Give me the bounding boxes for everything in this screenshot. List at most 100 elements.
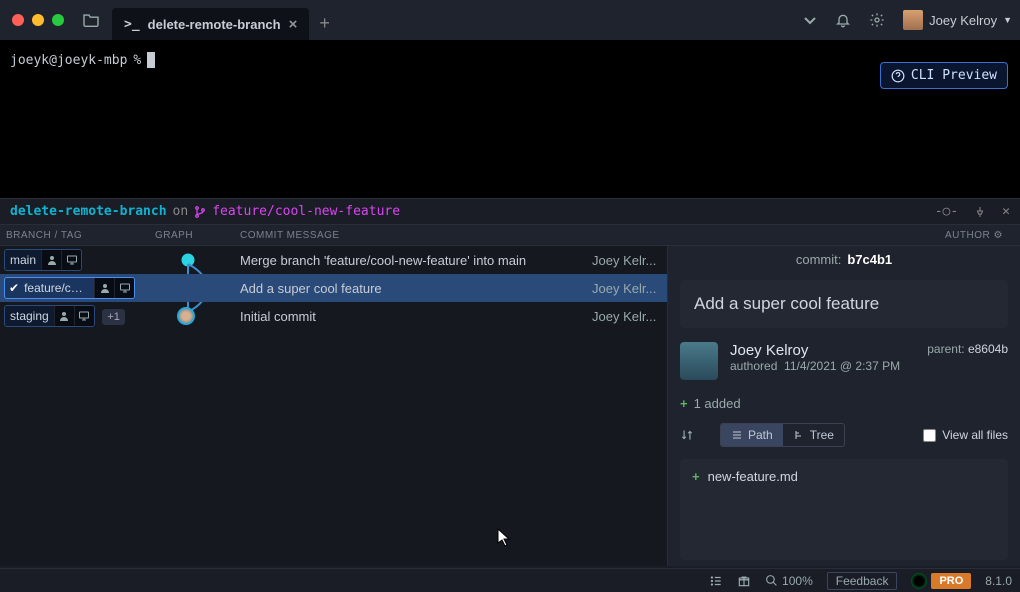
pro-badge-group[interactable]: PRO: [911, 573, 971, 589]
branch-label: main: [5, 253, 41, 267]
gear-icon[interactable]: [869, 12, 885, 28]
close-window-icon[interactable]: [12, 14, 24, 26]
avatar: [903, 10, 923, 30]
status-bar: 100% Feedback PRO 8.1.0: [0, 568, 1020, 592]
list-icon[interactable]: [709, 574, 723, 588]
terminal-prompt: joeyk@joeyk-mbp %: [10, 52, 1010, 68]
branch-label: feature/cool...: [19, 281, 94, 295]
monitor-icon: [61, 250, 81, 270]
commit-row[interactable]: ✔ feature/cool... Add a super cool featu…: [0, 274, 667, 302]
branch-icon: [194, 206, 206, 218]
author-avatar: [680, 342, 718, 380]
commit-message: Initial commit: [230, 309, 592, 324]
repo-name: delete-remote-branch: [10, 204, 167, 219]
file-list: + new-feature.md: [680, 459, 1008, 560]
repo-on-label: on: [173, 204, 189, 219]
author-name: Joey Kelroy: [730, 342, 915, 359]
sort-icon[interactable]: [680, 428, 694, 442]
folder-icon[interactable]: [82, 13, 100, 27]
view-toggle: Path Tree: [720, 423, 845, 447]
feedback-button[interactable]: Feedback: [827, 572, 898, 590]
terminal-panel[interactable]: joeyk@joeyk-mbp % CLI Preview: [0, 40, 1020, 198]
branch-label: staging: [5, 309, 54, 323]
tree-view-button[interactable]: Tree: [783, 424, 844, 446]
commit-author: Joey Kelr...: [592, 253, 667, 268]
user-name-label: Joey Kelroy: [929, 13, 997, 28]
path-view-button[interactable]: Path: [721, 424, 783, 446]
header-graph[interactable]: GRAPH: [145, 230, 230, 241]
commit-hash-row: commit: b7c4b1: [668, 246, 1020, 272]
version-label[interactable]: 8.1.0: [985, 574, 1012, 588]
branch-pill-main[interactable]: main: [4, 249, 82, 271]
parent-commit[interactable]: parent: e8604b: [927, 342, 1008, 380]
branch-pill-feature[interactable]: ✔ feature/cool...: [4, 277, 135, 299]
gear-icon: ⚙: [994, 230, 1003, 241]
new-tab-button[interactable]: +: [319, 13, 330, 34]
prompt-sep: %: [133, 53, 141, 68]
prompt-user: joeyk@joeyk-mbp: [10, 53, 127, 68]
commit-title-input[interactable]: Add a super cool feature: [680, 280, 1008, 328]
title-bar: >_ delete-remote-branch × + Joey Kelroy …: [0, 0, 1020, 40]
monitor-icon: [74, 306, 94, 326]
branch-extra-badge[interactable]: +1: [102, 309, 125, 325]
added-count: 1 added: [694, 396, 741, 411]
gift-icon[interactable]: [737, 574, 751, 588]
header-branch[interactable]: BRANCH / TAG: [0, 230, 145, 241]
commit-title-text: Add a super cool feature: [694, 294, 879, 313]
author-date: authored 11/4/2021 @ 2:37 PM: [730, 359, 915, 373]
plus-icon: +: [692, 469, 700, 484]
column-headers: BRANCH / TAG GRAPH COMMIT MESSAGE AUTHOR…: [0, 224, 1020, 246]
target-icon[interactable]: -○-: [935, 204, 958, 219]
commit-graph-pane: main Merge branch 'feature/cool-new-feat…: [0, 246, 667, 566]
pro-badge: PRO: [931, 573, 971, 589]
header-author[interactable]: AUTHOR ⚙: [945, 230, 1020, 241]
commit-message: Merge branch 'feature/cool-new-feature' …: [230, 253, 592, 268]
tree-icon: [793, 429, 805, 441]
files-added-row: + 1 added: [668, 386, 1020, 417]
header-message[interactable]: COMMIT MESSAGE: [230, 230, 945, 241]
view-all-label: View all files: [942, 428, 1008, 442]
commit-author: Joey Kelr...: [592, 309, 667, 324]
chevron-down-icon[interactable]: [803, 13, 817, 27]
feedback-label: Feedback: [836, 574, 889, 588]
list-icon: [731, 429, 743, 441]
window-controls: [12, 14, 64, 26]
branch-name: feature/cool-new-feature: [212, 204, 400, 219]
tab-terminal[interactable]: >_ delete-remote-branch ×: [112, 8, 309, 40]
view-all-files-toggle[interactable]: View all files: [923, 428, 1008, 442]
avatar-icon: [94, 278, 114, 298]
branch-pill-staging[interactable]: staging: [4, 305, 95, 327]
checkbox[interactable]: [923, 429, 936, 442]
commit-hash[interactable]: b7c4b1: [847, 252, 892, 267]
commit-row[interactable]: main Merge branch 'feature/cool-new-feat…: [0, 246, 667, 274]
user-menu[interactable]: Joey Kelroy ▼: [903, 10, 1012, 30]
file-toolbar: Path Tree View all files: [668, 417, 1020, 453]
tree-label: Tree: [810, 428, 834, 442]
commit-message: Add a super cool feature: [230, 281, 592, 296]
commit-author: Joey Kelr...: [592, 281, 667, 296]
path-label: Path: [748, 428, 773, 442]
commit-label: commit:: [796, 252, 842, 267]
caret-down-icon: ▼: [1003, 15, 1012, 25]
commit-details-pane: commit: b7c4b1 Add a super cool feature …: [667, 246, 1020, 566]
bell-icon[interactable]: [835, 12, 851, 28]
mouse-cursor: [497, 528, 511, 548]
zoom-label: 100%: [782, 574, 813, 588]
pro-icon: [911, 573, 927, 589]
pin-icon[interactable]: [974, 206, 986, 218]
close-tab-icon[interactable]: ×: [289, 16, 298, 33]
minimize-window-icon[interactable]: [32, 14, 44, 26]
terminal-cursor: [147, 52, 155, 68]
cli-preview-button[interactable]: CLI Preview: [880, 62, 1008, 89]
repo-bar: delete-remote-branch on feature/cool-new…: [0, 198, 1020, 224]
terminal-icon: >_: [124, 17, 140, 32]
help-icon: [891, 69, 905, 83]
maximize-window-icon[interactable]: [52, 14, 64, 26]
tab-title: delete-remote-branch: [148, 17, 281, 32]
commit-row[interactable]: staging +1 Initial commit Joey Kelr...: [0, 302, 667, 330]
zoom-control[interactable]: 100%: [765, 574, 813, 588]
search-icon: [765, 574, 778, 587]
close-panel-icon[interactable]: ✕: [1002, 204, 1010, 219]
file-row[interactable]: + new-feature.md: [692, 469, 996, 484]
plus-icon: +: [680, 396, 688, 411]
